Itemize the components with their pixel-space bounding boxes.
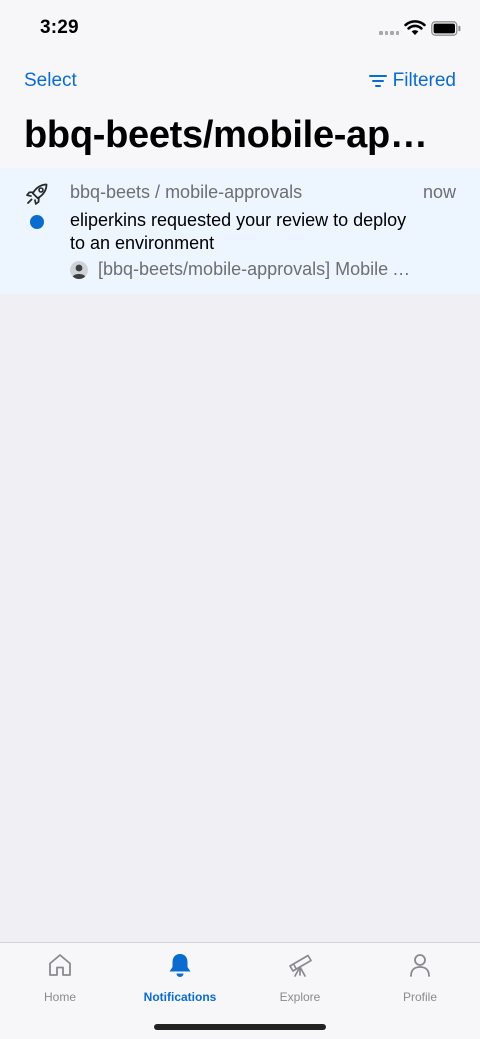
tab-home-label: Home bbox=[43, 990, 76, 1004]
unread-indicator bbox=[30, 215, 44, 229]
tab-explore-label: Explore bbox=[279, 990, 321, 1004]
page-title: bbq-beets/mobile-approvals bbox=[24, 114, 444, 156]
person-icon bbox=[410, 954, 430, 977]
tab-profile-label: Profile bbox=[402, 990, 437, 1004]
tab-profile[interactable]: Profile bbox=[360, 951, 480, 1004]
filter-icon bbox=[368, 75, 387, 87]
notification-meta: [bbq-beets/mobile-approvals] Mobile Appr… bbox=[70, 259, 418, 280]
tab-explore[interactable]: Explore bbox=[240, 951, 360, 1004]
bell-icon bbox=[169, 954, 191, 977]
navigation-header: Select Filtered bbq-beets/mobile-approva… bbox=[0, 58, 480, 168]
tab-notifications-label: Notifications bbox=[143, 990, 217, 1004]
filter-label: Filtered bbox=[392, 70, 456, 91]
avatar bbox=[70, 260, 88, 279]
notification-subtitle: [bbq-beets/mobile-approvals] Mobile Appr… bbox=[98, 259, 418, 279]
notification-message: eliperkins requested your review to depl… bbox=[70, 210, 407, 253]
telescope-icon bbox=[289, 954, 312, 977]
notifications-screen: 3:29 Select Filtered bbq-beets/mobile-ap… bbox=[0, 0, 480, 1039]
home-indicator bbox=[154, 1024, 326, 1030]
tab-notifications[interactable]: Notifications bbox=[120, 951, 240, 1004]
home-icon bbox=[49, 954, 71, 976]
battery-icon bbox=[431, 21, 461, 36]
rocket-icon bbox=[26, 183, 48, 205]
tab-bar: Home Notifications Explore Profile bbox=[0, 942, 480, 1039]
notification-time: now bbox=[422, 182, 456, 202]
status-time: 3:29 bbox=[40, 17, 79, 38]
notification-row[interactable]: bbq-beets / mobile-approvals now eliperk… bbox=[0, 168, 480, 294]
filter-button[interactable]: Filtered bbox=[368, 70, 456, 92]
notification-repo: bbq-beets / mobile-approvals bbox=[70, 182, 303, 202]
tab-home[interactable]: Home bbox=[0, 951, 120, 1004]
select-button[interactable]: Select bbox=[24, 70, 77, 92]
status-bar: 3:29 bbox=[0, 0, 480, 58]
cellular-signal-icon bbox=[379, 31, 399, 35]
wifi-icon bbox=[404, 20, 426, 35]
